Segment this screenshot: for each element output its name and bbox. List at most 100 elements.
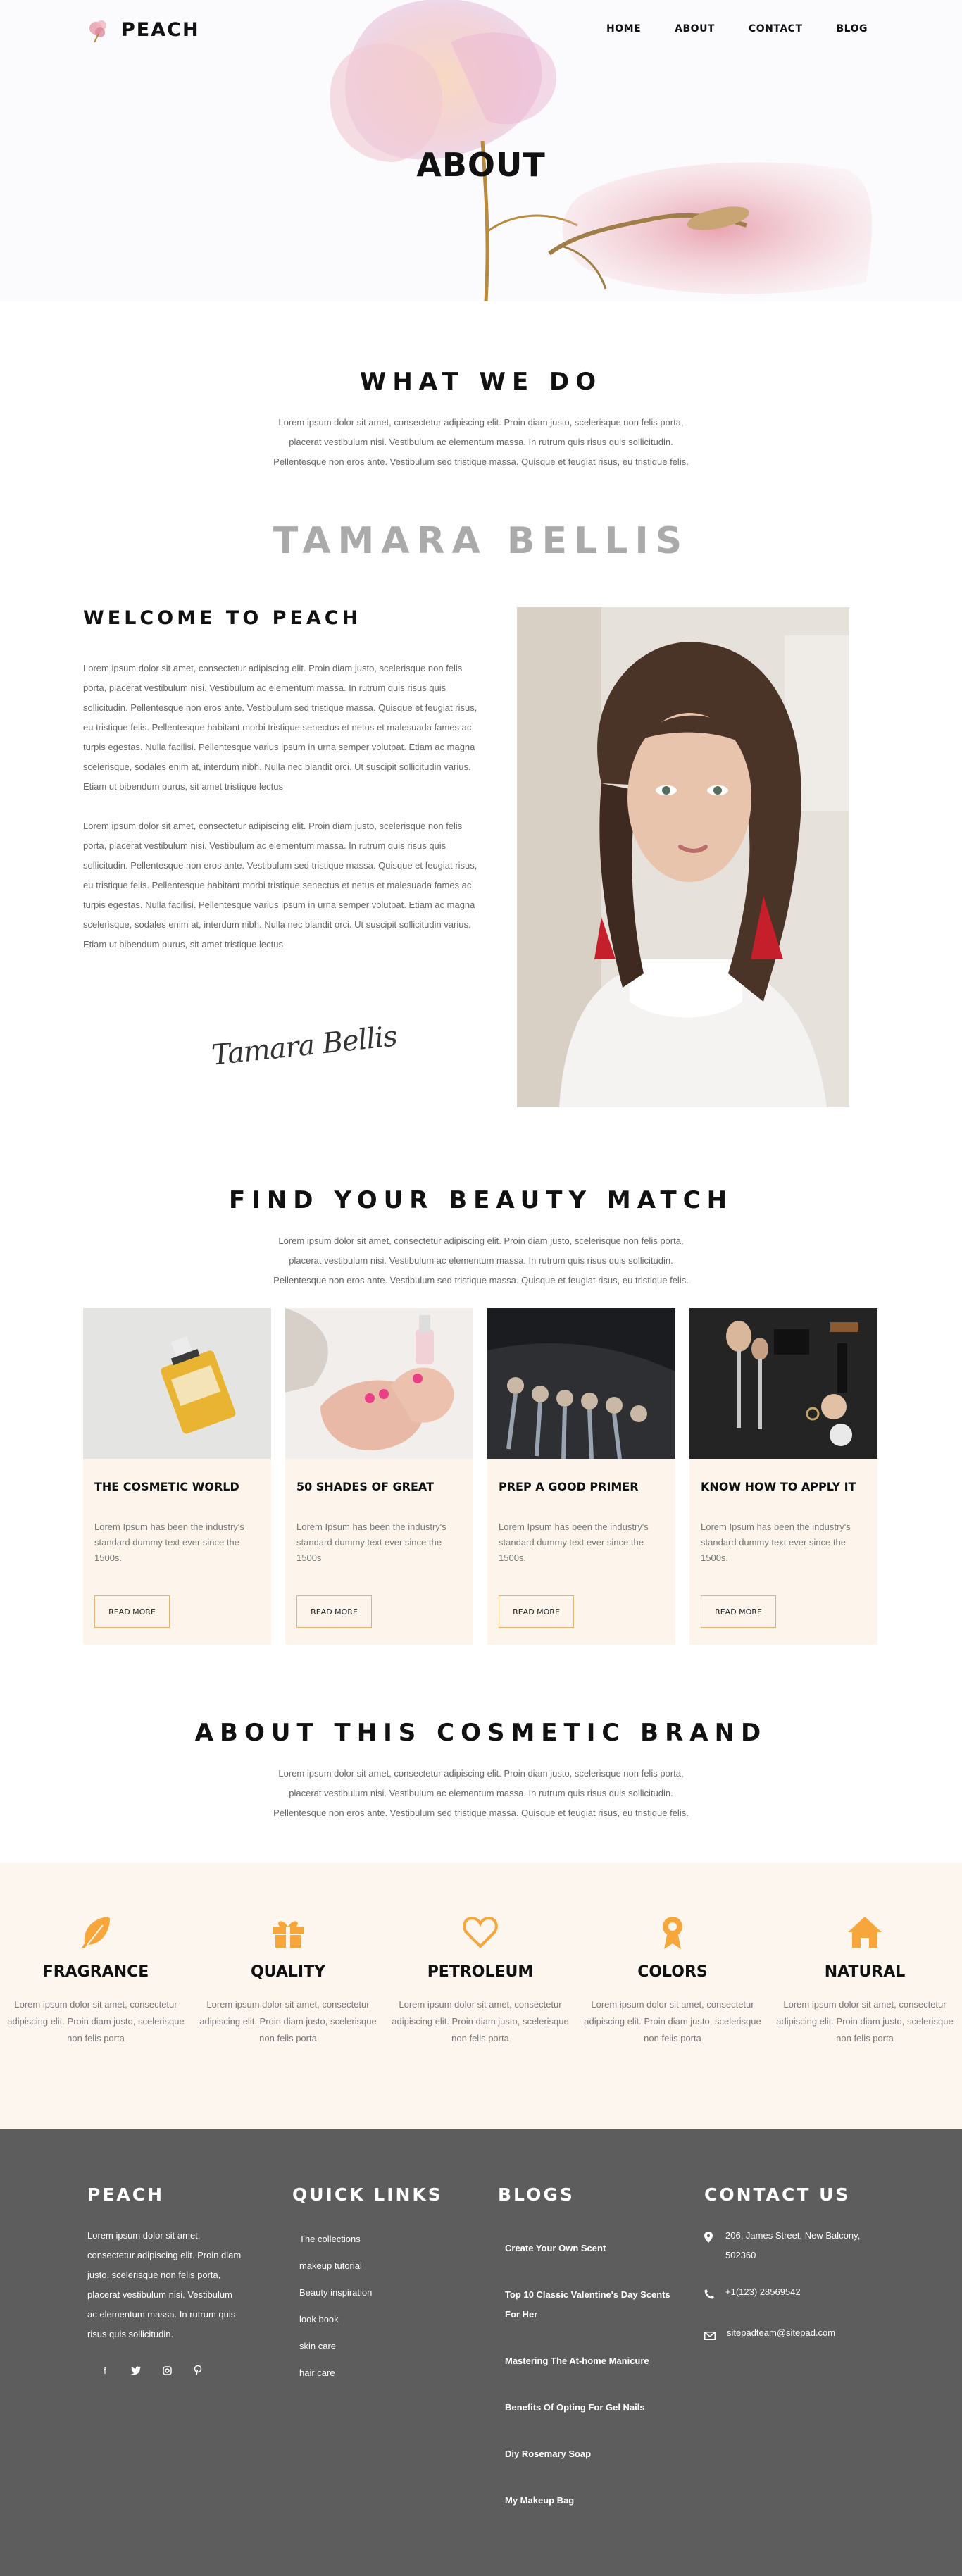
footer-about-text: Lorem ipsum dolor sit amet, consectetur … — [87, 2230, 242, 2339]
footer-link[interactable]: The collections — [292, 2226, 443, 2253]
read-more-button[interactable]: READ MORE — [499, 1595, 574, 1628]
description-line: Pellentesque non eros ante. Vestibulum s… — [273, 1275, 689, 1286]
what-we-do-section: WHAT WE DO Lorem ipsum dolor sit amet, c… — [0, 368, 962, 472]
footer-quick-links: QUICK LINKS The collections makeup tutor… — [292, 2184, 443, 2387]
blog-link[interactable]: Diy Rosemary Soap — [498, 2444, 681, 2464]
feature-item: PETROLEUM Lorem ipsum dolor sit amet, co… — [385, 1912, 576, 2047]
nail-polish-image — [285, 1308, 473, 1459]
blog-link[interactable]: Create Your Own Scent — [498, 2239, 681, 2258]
blog-link[interactable]: Top 10 Classic Valentine's Day Scents Fo… — [498, 2285, 681, 2325]
description-line: Lorem ipsum dolor sit amet, consectetur … — [278, 1768, 684, 1779]
feature-text: Lorem ipsum dolor sit amet, consectetur … — [7, 1999, 185, 2043]
blog-link[interactable]: Mastering The At-home Manicure — [498, 2351, 681, 2371]
section-title: WHAT WE DO — [359, 368, 603, 396]
feature-item: COLORS Lorem ipsum dolor sit amet, conse… — [577, 1912, 768, 2047]
footer-link[interactable]: Beauty inspiration — [292, 2279, 443, 2306]
footer-contact-title: CONTACT US — [704, 2184, 851, 2205]
contact-phone: +1(123) 28569542 — [704, 2282, 880, 2306]
feature-text: Lorem ipsum dolor sit amet, consectetur … — [199, 1999, 377, 2043]
social-links: f — [87, 2364, 242, 2377]
footer-link[interactable]: makeup tutorial — [292, 2253, 443, 2279]
contact-email-text[interactable]: sitepadteam@sitepad.com — [727, 2323, 835, 2347]
envelope-icon — [704, 2323, 716, 2347]
welcome-block: WELCOME TO PEACH Lorem ipsum dolor sit a… — [83, 607, 477, 974]
feature-title: QUALITY — [250, 1963, 326, 1981]
article-card: 50 SHADES OF GREAT Lorem Ipsum has been … — [285, 1308, 473, 1645]
gift-icon — [192, 1912, 384, 1952]
feature-item: QUALITY Lorem ipsum dolor sit amet, cons… — [192, 1912, 384, 2047]
feature-title: PETROLEUM — [427, 1963, 534, 1981]
contact-address: 206, James Street, New Balcony, 502360 — [704, 2226, 880, 2265]
brand-logo-link[interactable]: PEACH — [85, 15, 200, 44]
site-footer: PEACH Lorem ipsum dolor sit amet, consec… — [0, 2129, 962, 2576]
makeup-flatlay-image — [689, 1308, 877, 1459]
heart-icon — [385, 1912, 576, 1952]
card-text: Lorem Ipsum has been the industry's stan… — [296, 1522, 446, 1563]
card-title: PREP A GOOD PRIMER — [499, 1480, 639, 1493]
article-card-list: THE COSMETIC WORLD Lorem Ipsum has been … — [83, 1308, 879, 1645]
footer-about: PEACH Lorem ipsum dolor sit amet, consec… — [87, 2184, 242, 2377]
beauty-match-section: FIND YOUR BEAUTY MATCH Lorem ipsum dolor… — [0, 1186, 962, 1290]
home-icon — [769, 1912, 961, 1952]
peach-flower-logo-icon — [89, 20, 106, 43]
description-line: Pellentesque non eros ante. Vestibulum s… — [273, 1807, 689, 1818]
nav-home[interactable]: HOME — [606, 23, 641, 35]
footer-link[interactable]: skin care — [292, 2333, 443, 2360]
section-description: Lorem ipsum dolor sit amet, consectetur … — [249, 1231, 713, 1290]
brand-name: PEACH — [121, 18, 200, 41]
instagram-icon[interactable] — [161, 2364, 173, 2377]
main-nav: HOME ABOUT CONTACT BLOG — [573, 23, 868, 35]
description-line: placerat vestibulum nisi. Vestibulum ac … — [289, 1788, 673, 1798]
description-line: Pellentesque non eros ante. Vestibulum s… — [273, 456, 689, 467]
section-description: Lorem ipsum dolor sit amet, consectetur … — [249, 1764, 713, 1823]
founder-name-heading: TAMARA BELLIS — [273, 520, 689, 562]
footer-links-title: QUICK LINKS — [292, 2184, 443, 2205]
card-text: Lorem Ipsum has been the industry's stan… — [94, 1522, 244, 1563]
feature-text: Lorem ipsum dolor sit amet, consectetur … — [776, 1999, 954, 2043]
welcome-paragraph: Lorem ipsum dolor sit amet, consectetur … — [83, 821, 477, 950]
perfume-bottle-image — [83, 1308, 271, 1459]
contact-phone-text[interactable]: +1(123) 28569542 — [725, 2282, 801, 2306]
founder-portrait-image — [517, 607, 849, 1107]
page-title: ABOUT — [416, 146, 546, 184]
contact-email: sitepadteam@sitepad.com — [704, 2323, 880, 2347]
description-line: Lorem ipsum dolor sit amet, consectetur … — [278, 1236, 684, 1246]
nav-blog[interactable]: BLOG — [837, 23, 868, 35]
feature-title: FRAGRANCE — [42, 1963, 149, 1981]
feature-text: Lorem ipsum dolor sit amet, consectetur … — [392, 1999, 569, 2043]
article-card: PREP A GOOD PRIMER Lorem Ipsum has been … — [487, 1308, 675, 1645]
feature-item: NATURAL Lorem ipsum dolor sit amet, cons… — [769, 1912, 961, 2047]
section-title: ABOUT THIS COSMETIC BRAND — [194, 1719, 768, 1747]
founder-signature: Tamara Bellis — [210, 1020, 399, 1072]
footer-link[interactable]: hair care — [292, 2360, 443, 2387]
read-more-button[interactable]: READ MORE — [94, 1595, 170, 1628]
description-line: Lorem ipsum dolor sit amet, consectetur … — [278, 417, 684, 428]
phone-icon — [704, 2282, 714, 2306]
footer-blogs: BLOGS Create Your Own Scent Top 10 Class… — [498, 2184, 681, 2537]
feature-item: FRAGRANCE Lorem ipsum dolor sit amet, co… — [0, 1912, 192, 2047]
blog-link[interactable]: My Makeup Bag — [498, 2491, 681, 2510]
hero-banner: PEACH HOME ABOUT CONTACT BLOG ABOUT — [0, 0, 962, 301]
nav-about[interactable]: ABOUT — [675, 23, 715, 35]
blog-link[interactable]: Benefits Of Opting For Gel Nails — [498, 2398, 681, 2418]
twitter-icon[interactable] — [130, 2364, 142, 2377]
article-card: KNOW HOW TO APPLY IT Lorem Ipsum has bee… — [689, 1308, 877, 1645]
card-title: KNOW HOW TO APPLY IT — [701, 1480, 856, 1493]
card-text: Lorem Ipsum has been the industry's stan… — [701, 1522, 851, 1563]
welcome-heading: WELCOME TO PEACH — [83, 607, 362, 629]
contact-address-text: 206, James Street, New Balcony, 502360 — [725, 2230, 861, 2260]
pinterest-icon[interactable] — [192, 2364, 204, 2377]
top-navigation: PEACH HOME ABOUT CONTACT BLOG — [0, 0, 962, 61]
facebook-icon[interactable]: f — [99, 2364, 111, 2377]
article-card: THE COSMETIC WORLD Lorem Ipsum has been … — [83, 1308, 271, 1645]
award-icon — [577, 1912, 768, 1952]
footer-brand-title: PEACH — [87, 2184, 165, 2205]
footer-link[interactable]: look book — [292, 2306, 443, 2333]
description-line: placerat vestibulum nisi. Vestibulum ac … — [289, 437, 673, 447]
map-pin-icon — [704, 2226, 714, 2265]
footer-contact: CONTACT US 206, James Street, New Balcon… — [704, 2184, 880, 2364]
read-more-button[interactable]: READ MORE — [701, 1595, 776, 1628]
feature-text: Lorem ipsum dolor sit amet, consectetur … — [584, 1999, 761, 2043]
nav-contact[interactable]: CONTACT — [749, 23, 803, 35]
read-more-button[interactable]: READ MORE — [296, 1595, 372, 1628]
